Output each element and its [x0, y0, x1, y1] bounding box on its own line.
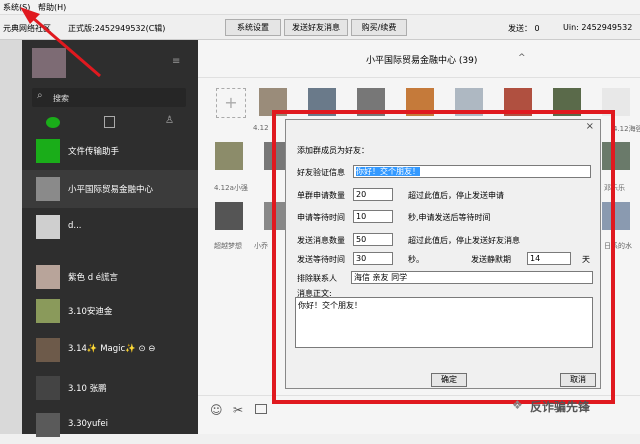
member-label: 小乔 [254, 242, 268, 250]
chat-sidebar: ≡ ⌕ 搜索 ♙ 文件传输助手 小平国际贸易金融中心 d... 紫色 d é謊言… [22, 40, 198, 437]
menu-icon[interactable]: ≡ [172, 57, 186, 67]
chat-item[interactable]: d... [22, 208, 198, 246]
chat-tab-icon[interactable] [46, 117, 60, 128]
member-avatar[interactable] [215, 142, 243, 170]
folder-icon[interactable] [255, 404, 267, 414]
uin-label: Uin: 2452949532 [563, 23, 633, 32]
edition-label: 元典网络社区 [3, 24, 51, 33]
chat-item-name: 紫色 d é謊言 [68, 273, 119, 283]
search-icon: ⌕ [37, 90, 43, 101]
chat-item-name: 3.10安迪金 [68, 307, 113, 317]
settings-button[interactable]: 系统设置 [225, 19, 281, 36]
highlight-box [272, 110, 615, 404]
search-placeholder: 搜索 [53, 94, 69, 103]
member-avatar[interactable] [215, 202, 243, 230]
version-label: 正式版:2452949532(C辑) [68, 24, 166, 33]
wechat-logo-icon: ❖ [512, 398, 523, 412]
scissors-icon[interactable]: ✂ [233, 403, 243, 417]
watermark-text: 反诈骗先锋 [530, 400, 591, 414]
chat-header: 小平国际贸易金融中心 (39) ^ [198, 40, 640, 78]
chat-item-name: 文件传输助手 [68, 147, 120, 157]
avatar [36, 215, 60, 239]
member-label: 4.12海强 [613, 125, 640, 133]
left-strip [0, 40, 22, 434]
chat-item[interactable]: 文件传输助手 [22, 132, 198, 170]
add-member-button[interactable]: + [216, 88, 246, 118]
chat-item[interactable]: 3.10 张鹏 [22, 369, 198, 407]
avatar [36, 376, 60, 400]
avatar [36, 413, 60, 437]
menu-bar: 系统(S) 帮助(H) [0, 0, 640, 15]
favorites-tab-icon[interactable]: ♙ [165, 115, 177, 128]
search-box[interactable]: ⌕ 搜索 [32, 88, 186, 107]
menu-system[interactable]: 系统(S) [3, 2, 30, 13]
chat-item[interactable]: 3.14✨ Magic✨ ⊙ ⊖ [22, 331, 198, 369]
avatar [36, 299, 60, 323]
chat-item-name: d... [68, 221, 82, 231]
chevron-up-icon[interactable]: ^ [518, 53, 526, 63]
emoji-icon[interactable]: ☺ [210, 403, 223, 417]
menu-help[interactable]: 帮助(H) [38, 2, 66, 13]
my-avatar[interactable] [32, 48, 66, 78]
chat-item-name: 小平国际贸易金融中心 [68, 185, 154, 195]
file-transfer-icon [36, 139, 60, 163]
avatar [36, 338, 60, 362]
chat-item-name: 3.10 张鹏 [68, 384, 107, 394]
chat-item[interactable]: 紫色 d é謊言 [22, 258, 198, 296]
watermark: ❖ 反诈骗先锋 [512, 397, 634, 415]
send-friend-message-button[interactable]: 发送好友消息 [284, 19, 348, 36]
buy-renew-button[interactable]: 购买/续费 [351, 19, 407, 36]
send-count-label: 发送： 0 [508, 24, 540, 33]
group-avatar [36, 177, 60, 201]
chat-item[interactable]: 3.10安迪金 [22, 292, 198, 330]
chat-item[interactable]: 3.30yufei [22, 406, 198, 444]
member-label: 4.12a小强 [214, 184, 248, 192]
contacts-tab-icon[interactable] [104, 116, 115, 128]
chat-item-selected[interactable]: 小平国际贸易金融中心 [22, 170, 198, 208]
toolbar: 元典网络社区 正式版:2452949532(C辑) 系统设置 发送好友消息 购买… [0, 15, 640, 40]
member-label: 4.12 [253, 124, 269, 132]
chat-title: 小平国际贸易金融中心 (39) [366, 56, 478, 66]
member-label: 超越梦想 [214, 242, 242, 250]
chat-item-name: 3.14✨ Magic✨ ⊙ ⊖ [68, 344, 156, 354]
avatar [36, 265, 60, 289]
chat-item-name: 3.30yufei [68, 419, 108, 429]
